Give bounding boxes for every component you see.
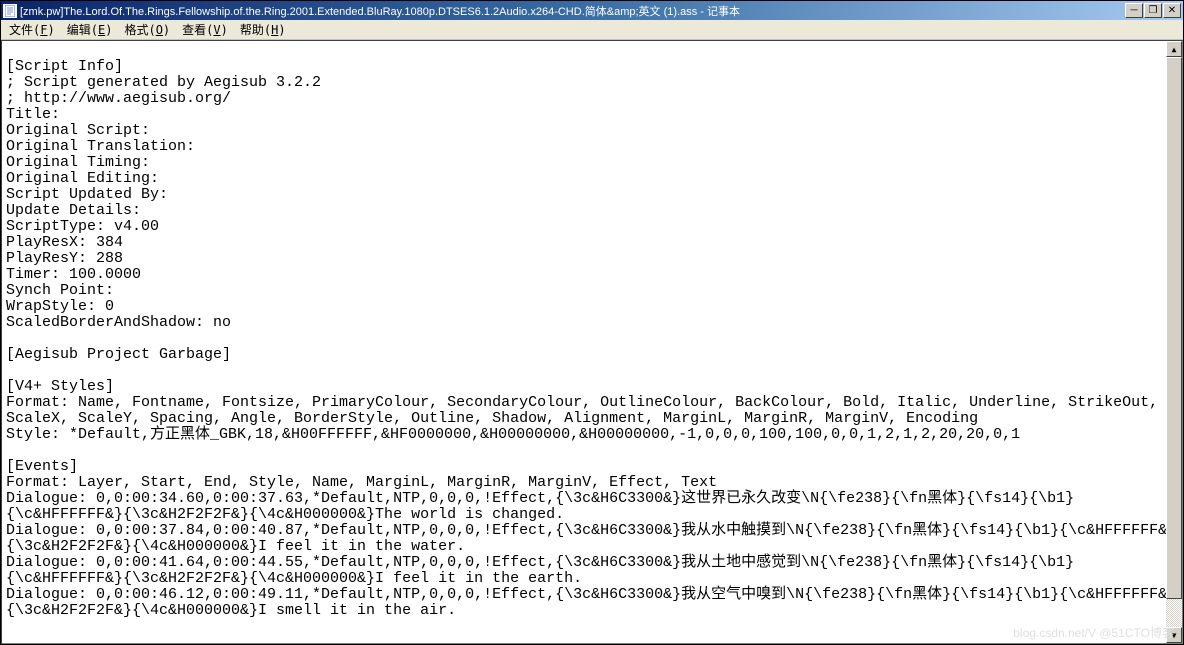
scroll-up-button[interactable]: ▲ <box>1166 41 1182 57</box>
window-buttons: ─ ❐ ✕ <box>1125 3 1181 18</box>
notepad-window: [zmk.pw]The.Lord.Of.The.Rings.Fellowship… <box>0 0 1184 645</box>
menu-edit[interactable]: 编辑(E) <box>61 19 119 40</box>
scroll-track[interactable] <box>1166 57 1182 627</box>
minimize-button[interactable]: ─ <box>1125 3 1143 18</box>
titlebar[interactable]: [zmk.pw]The.Lord.Of.The.Rings.Fellowship… <box>1 1 1183 20</box>
menu-format[interactable]: 格式(O) <box>118 19 176 40</box>
vertical-scrollbar[interactable]: ▲ ▼ <box>1166 41 1182 643</box>
menubar: 文件(F) 编辑(E) 格式(O) 查看(V) 帮助(H) <box>1 20 1183 40</box>
scroll-down-button[interactable]: ▼ <box>1166 627 1182 643</box>
window-title: [zmk.pw]The.Lord.Of.The.Rings.Fellowship… <box>20 3 1125 19</box>
text-content[interactable]: [Script Info] ; Script generated by Aegi… <box>2 41 1166 643</box>
notepad-icon <box>3 4 17 18</box>
menu-view[interactable]: 查看(V) <box>176 19 234 40</box>
close-button[interactable]: ✕ <box>1163 3 1181 18</box>
menu-help[interactable]: 帮助(H) <box>234 19 292 40</box>
scroll-thumb[interactable] <box>1166 57 1182 599</box>
maximize-button[interactable]: ❐ <box>1144 3 1162 18</box>
client-area: [Script Info] ; Script generated by Aegi… <box>1 40 1183 644</box>
menu-file[interactable]: 文件(F) <box>3 19 61 40</box>
